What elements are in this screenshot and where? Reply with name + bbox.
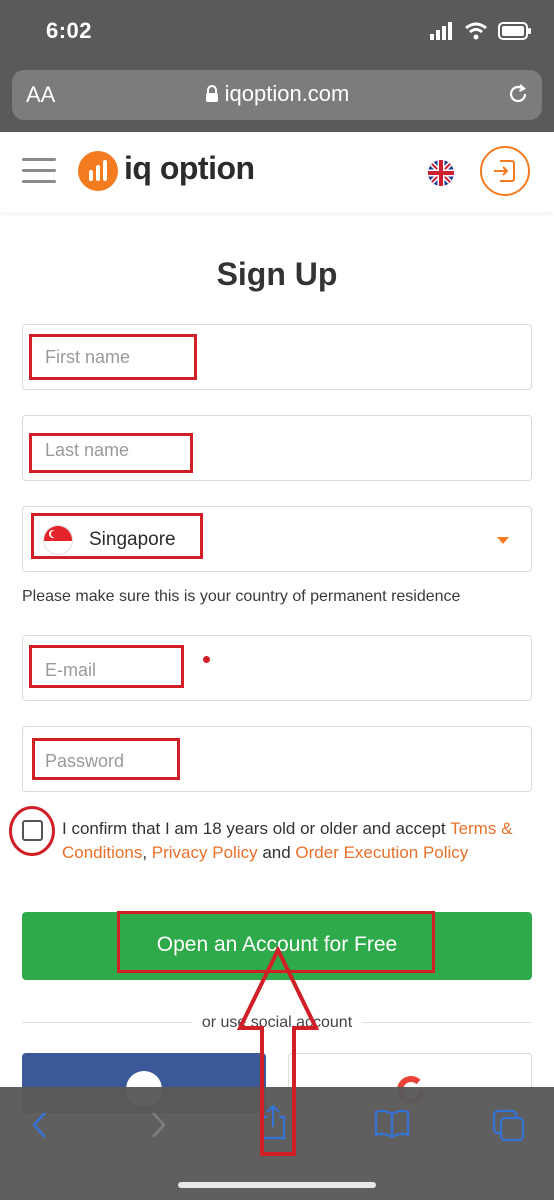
highlight-box: [29, 433, 193, 473]
url-text: iqoption.com: [224, 81, 350, 106]
execution-policy-link[interactable]: Order Execution Policy: [295, 843, 468, 862]
logo-bars-icon: [89, 160, 107, 181]
menu-icon[interactable]: [22, 158, 56, 184]
consent-label: I confirm that I am 18 years old or olde…: [62, 819, 451, 838]
status-icons: [430, 22, 532, 40]
bookmarks-icon[interactable]: [374, 1109, 410, 1139]
reload-icon[interactable]: [506, 82, 530, 106]
logo-text[interactable]: iq option: [124, 150, 255, 187]
logo-icon[interactable]: [78, 151, 118, 191]
highlight-circle: [9, 806, 55, 856]
chevron-down-icon: [497, 537, 509, 544]
home-indicator: [178, 1182, 376, 1188]
uk-flag-icon[interactable]: [428, 160, 454, 186]
country-hint: Please make sure this is your country of…: [22, 588, 461, 605]
back-icon[interactable]: [28, 1109, 52, 1141]
forward-icon[interactable]: [146, 1109, 170, 1141]
consent-separator: ,: [142, 843, 152, 862]
site-header: iq option: [0, 132, 554, 212]
address-bar[interactable]: AA iqoption.com: [12, 70, 542, 120]
highlight-box: [29, 645, 184, 688]
highlight-box: [32, 738, 180, 780]
highlight-box: [29, 334, 197, 380]
lock-icon: [205, 85, 218, 102]
page-title: Sign Up: [216, 256, 338, 292]
consent-conjunction: and: [257, 843, 296, 862]
annotation-arrow: [236, 946, 320, 1156]
login-icon: [494, 160, 515, 182]
status-bar: 6:02: [0, 0, 554, 64]
status-time: 6:02: [46, 18, 93, 43]
tabs-icon[interactable]: [492, 1109, 526, 1143]
login-button[interactable]: [480, 146, 530, 196]
signal-icon: [430, 22, 452, 40]
wifi-icon: [465, 22, 487, 40]
highlight-box: [31, 513, 203, 559]
browser-address-area: AA iqoption.com: [0, 64, 554, 132]
url-display[interactable]: iqoption.com: [12, 81, 542, 107]
privacy-link[interactable]: Privacy Policy: [152, 843, 258, 862]
battery-icon: [498, 22, 531, 40]
annotation-dot: [203, 656, 210, 663]
consent-text: I confirm that I am 18 years old or olde…: [62, 817, 532, 865]
